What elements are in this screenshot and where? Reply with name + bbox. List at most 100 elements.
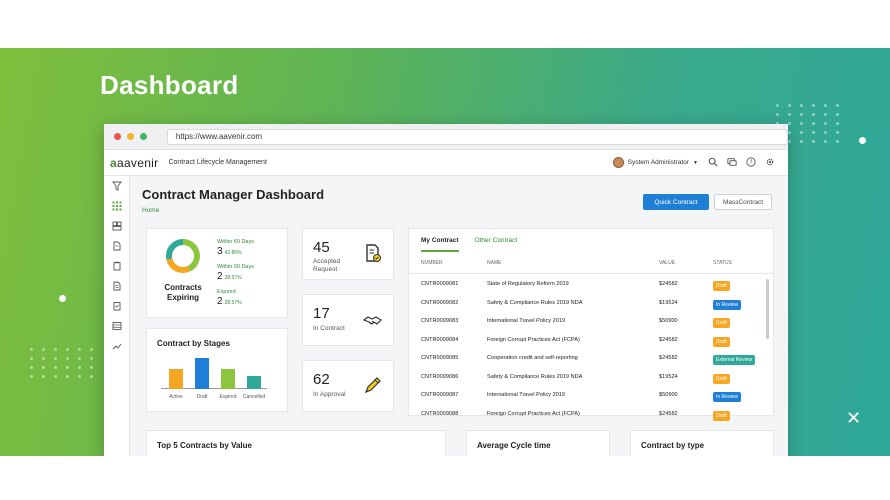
- cell-value: $50900: [659, 318, 678, 324]
- expiring-row-label: Expired: [217, 289, 236, 295]
- table-row[interactable]: CNTR0009081 State of Regulatory Reform 20…: [421, 277, 761, 295]
- sidebar-item-apps[interactable]: [104, 196, 130, 216]
- column-header-number[interactable]: NUMBER: [421, 260, 443, 266]
- contract-stages-card: Contract by Stages Active Draft Expired Can…: [146, 328, 288, 412]
- hero-title: Dashboard: [100, 70, 239, 100]
- expiring-row-value: 3 42.86%: [217, 246, 242, 257]
- decor-cross-icon: ✕: [846, 408, 862, 428]
- column-header-value[interactable]: VALUE: [659, 260, 675, 266]
- document-icon: [113, 241, 121, 251]
- cell-number: CNTR0009087: [421, 392, 459, 398]
- stage-bar-active[interactable]: [169, 369, 183, 389]
- table-row[interactable]: CNTR0009082 Safety & Compliance Rules 201…: [421, 296, 761, 314]
- sidebar-item-files[interactable]: [104, 276, 130, 296]
- cell-name: Safety & Compliance Rules 2019 NDA: [487, 373, 583, 380]
- user-menu[interactable]: System Administrator ▼: [612, 157, 698, 168]
- pencil-icon: [364, 377, 381, 394]
- cell-value: $24582: [659, 355, 678, 361]
- expiring-title: Contracts Expiring: [164, 283, 202, 302]
- sidebar-item-list[interactable]: [104, 316, 130, 336]
- column-header-name[interactable]: NAME: [487, 260, 501, 266]
- card-title: Contract by type: [641, 441, 705, 450]
- cell-number: CNTR0009086: [421, 373, 459, 380]
- minimize-window-button[interactable]: [126, 133, 134, 140]
- cell-name: Cooperation credit and self-reporting: [487, 355, 578, 361]
- status-badge: Draft: [713, 336, 730, 347]
- status-badge: In Review: [713, 392, 741, 402]
- app-logo[interactable]: aaavenir: [110, 156, 158, 170]
- stages-title: Contract by Stages: [157, 339, 230, 348]
- accepted-request-card[interactable]: 45 Accepted Request: [302, 228, 394, 280]
- cell-name: Safety & Compliance Rules 2019 NDA: [487, 299, 583, 306]
- expiring-row-label: Within 60 Days: [217, 239, 254, 245]
- table-row[interactable]: CNTR0009083 International Travel Policy 2…: [421, 314, 761, 332]
- expiring-row-value: 2 28.57%: [217, 296, 242, 307]
- cell-number: CNTR0009083: [421, 318, 459, 324]
- browser-window: https://www.aavenir.com aaavenir Contrac…: [104, 124, 788, 456]
- cell-name: Foreign Corrupt Practices Act (FCPA): [487, 336, 580, 343]
- quick-contract-button[interactable]: Quick Contract: [643, 194, 709, 210]
- cycle-time-card: Average Cycle time: [466, 430, 610, 456]
- stat-value: 45: [313, 239, 330, 256]
- status-badge: Draft: [713, 318, 730, 328]
- stage-bar-expired[interactable]: [221, 369, 235, 389]
- cell-name: State of Regulatory Reform 2019: [487, 281, 569, 287]
- search-icon[interactable]: [707, 156, 719, 168]
- breadcrumb[interactable]: Home: [142, 207, 159, 214]
- expiring-row-label: Within 30 Days: [217, 264, 254, 270]
- cell-number: CNTR0009081: [421, 281, 459, 287]
- table-row[interactable]: CNTR0009085 Cooperation credit and self-r…: [421, 351, 761, 369]
- table-row[interactable]: CNTR0009086 Safety & Compliance Rules 201…: [421, 370, 761, 388]
- top-contracts-card: Top 5 Contracts by Value: [146, 430, 446, 456]
- stat-label: Accepted Request: [313, 258, 341, 273]
- in-approval-card[interactable]: 62 In Approval: [302, 360, 394, 412]
- decor-dots-left: [30, 348, 96, 378]
- app-title: Contract Lifecycle Management: [168, 159, 267, 166]
- cell-name: International Travel Policy 2019: [487, 392, 566, 398]
- in-contract-card[interactable]: 17 In Contract: [302, 294, 394, 346]
- help-icon[interactable]: ?: [745, 156, 757, 168]
- cell-name: Foreign Corrupt Practices Act (FCPA): [487, 410, 580, 417]
- contracts-table-card: My Contract Other Contract NUMBER NAME V…: [408, 228, 774, 421]
- svg-text:?: ?: [749, 160, 752, 166]
- sidebar-item-dashboard[interactable]: [104, 216, 130, 236]
- cell-value: $24582: [659, 410, 678, 417]
- card-title: Top 5 Contracts by Value: [157, 441, 252, 450]
- sidebar-item-reports[interactable]: [104, 336, 130, 356]
- cell-value: $50900: [659, 392, 678, 398]
- sidebar-item-filter[interactable]: [104, 176, 130, 196]
- table-scrollbar[interactable]: [766, 279, 769, 339]
- app-header: aaavenir Contract Lifecycle Management S…: [104, 150, 788, 176]
- table-row[interactable]: CNTR0009087 International Travel Policy 2…: [421, 388, 761, 406]
- sidebar-item-approvals[interactable]: [104, 296, 130, 316]
- document-check-icon: [366, 244, 381, 262]
- chat-icon[interactable]: [726, 156, 738, 168]
- avatar: [612, 157, 624, 168]
- tab-my-contract[interactable]: My Contract: [421, 237, 459, 252]
- stage-bar-draft[interactable]: [195, 358, 209, 389]
- status-badge: In Review: [713, 299, 741, 310]
- sidebar-item-requests[interactable]: [104, 256, 130, 276]
- sidebar: [104, 176, 130, 456]
- gear-icon[interactable]: [764, 156, 776, 168]
- status-badge: External Review: [713, 355, 756, 365]
- table-divider: [409, 273, 773, 274]
- browser-titlebar: https://www.aavenir.com: [104, 124, 788, 150]
- checklist-icon: [113, 302, 121, 311]
- stage-bar-cancelled[interactable]: [247, 376, 261, 389]
- decor-circle: [59, 295, 66, 302]
- cell-number: CNTR0009082: [421, 299, 459, 306]
- table-row[interactable]: CNTR0009088 Foreign Corrupt Practices Act…: [421, 407, 761, 425]
- main-content: Contract Manager Dashboard Home Quick Co…: [130, 176, 788, 456]
- table-row[interactable]: CNTR0009084 Foreign Corrupt Practices Act…: [421, 333, 761, 351]
- maximize-window-button[interactable]: [139, 133, 147, 140]
- address-bar[interactable]: https://www.aavenir.com: [166, 128, 788, 145]
- sidebar-item-documents[interactable]: [104, 236, 130, 256]
- tab-other-contract[interactable]: Other Contract: [475, 237, 518, 252]
- mass-contract-button[interactable]: MassContract: [714, 194, 772, 210]
- column-header-status[interactable]: STATUS: [713, 260, 732, 266]
- contract-type-card: Contract by type: [630, 430, 774, 456]
- expiring-donut: [166, 239, 200, 273]
- hero-banner: Dashboard ✕ https://www.aavenir.com aaav…: [0, 48, 890, 456]
- close-window-button[interactable]: [114, 133, 121, 140]
